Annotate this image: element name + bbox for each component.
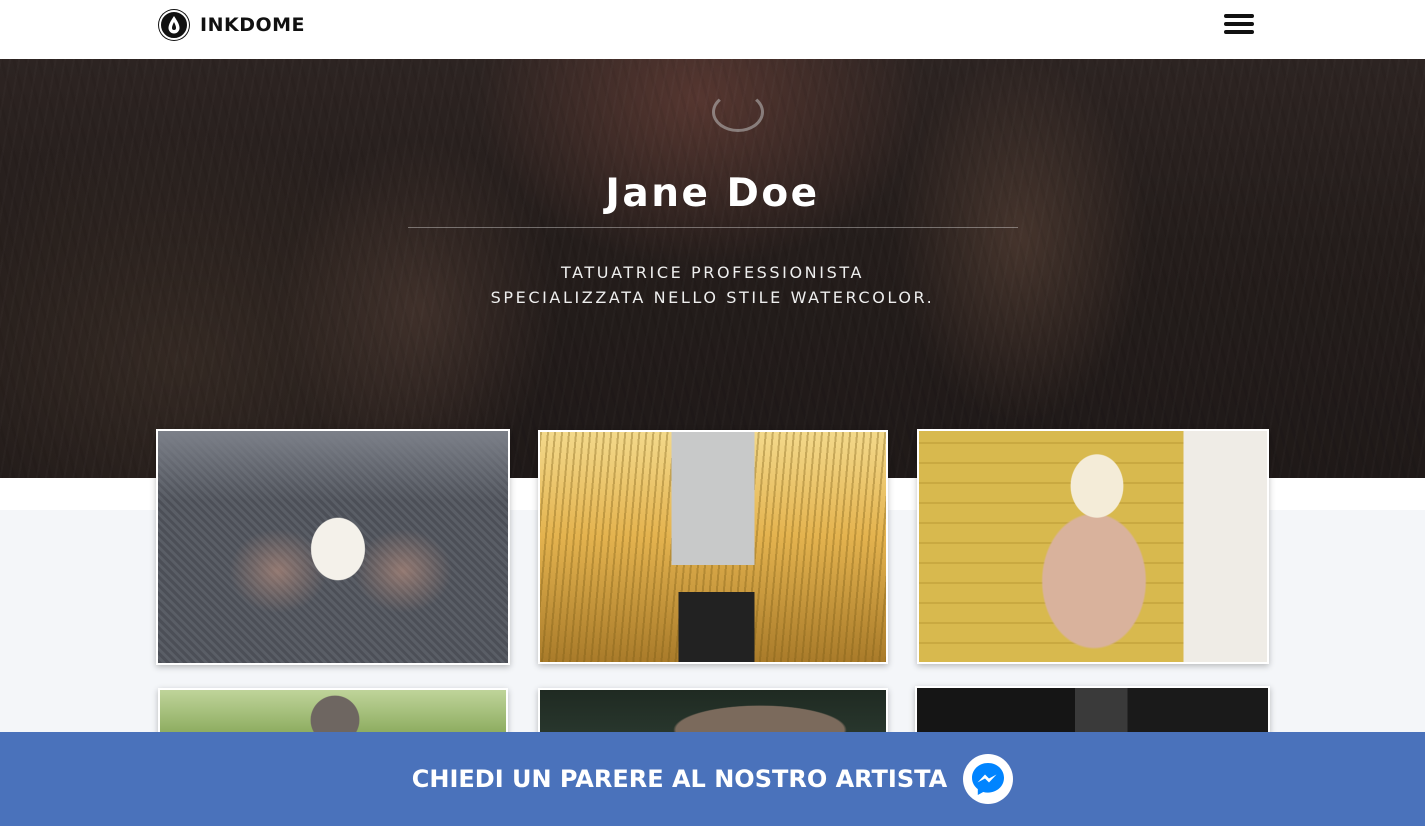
menu-line [1224, 30, 1254, 34]
ink-drop-icon [158, 9, 190, 41]
photo-image-shade [158, 431, 508, 501]
tagline-line-1: TATUATRICE PROFESSIONISTA [560, 263, 864, 282]
hero-banner: Jane Doe TATUATRICE PROFESSIONISTA SPECI… [0, 59, 1425, 478]
hamburger-menu-icon[interactable] [1223, 12, 1255, 36]
messenger-icon[interactable] [963, 754, 1014, 804]
photo-image [540, 432, 886, 662]
artist-name: Jane Doe [605, 171, 820, 216]
ask-artist-cta-bar[interactable]: CHIEDI UN PARERE AL NOSTRO ARTISTA [0, 732, 1425, 826]
menu-line [1224, 14, 1254, 18]
cta-label: CHIEDI UN PARERE AL NOSTRO ARTISTA [411, 765, 948, 793]
title-divider [408, 227, 1018, 228]
artist-tagline: TATUATRICE PROFESSIONISTA SPECIALIZZATA … [0, 260, 1425, 310]
brand-logo-link[interactable]: INKDOME [158, 9, 305, 41]
tagline-line-2: SPECIALIZZATA NELLO STILE WATERCOLOR. [490, 288, 935, 307]
gallery-photo-field[interactable] [538, 430, 888, 664]
gallery-photo-mug[interactable] [156, 429, 510, 665]
gallery-photo-yellow-wall[interactable] [917, 429, 1269, 664]
menu-line [1224, 22, 1254, 26]
photo-image [919, 431, 1267, 662]
site-header: INKDOME [0, 0, 1425, 59]
septum-ring [712, 92, 764, 132]
brand-name: INKDOME [200, 14, 306, 36]
